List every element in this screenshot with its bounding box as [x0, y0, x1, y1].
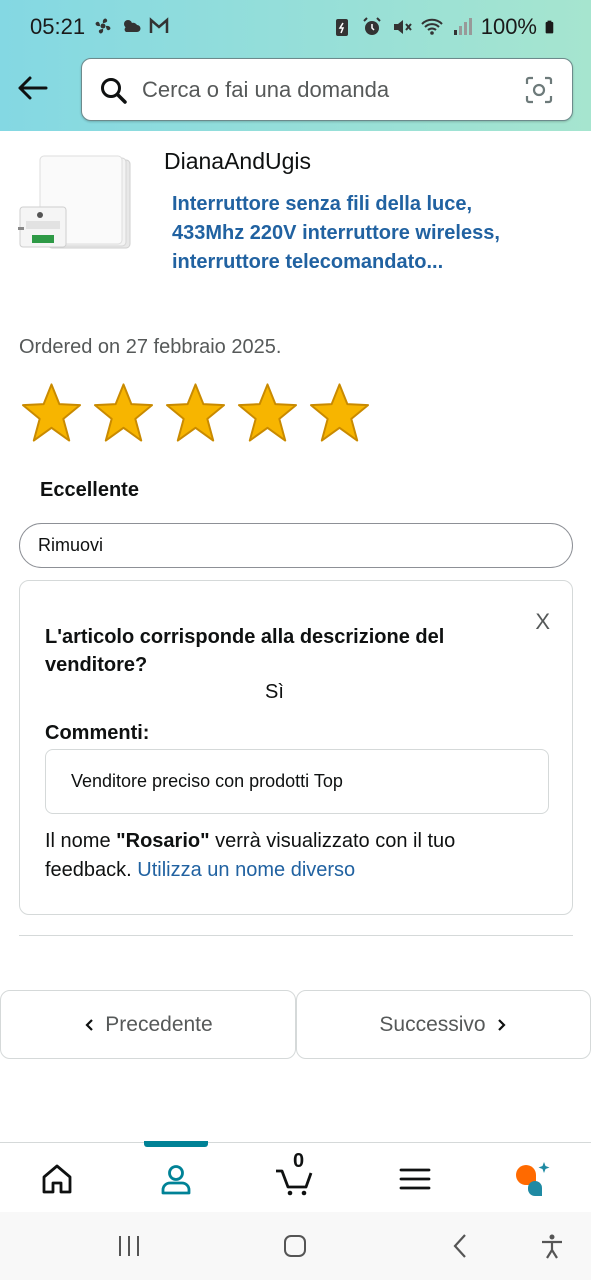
recent-apps-icon[interactable] — [115, 1232, 143, 1260]
status-bar: 05:21 100% — [0, 0, 591, 56]
name-note-prefix: Il nome — [45, 830, 117, 852]
star-icon[interactable] — [164, 380, 227, 446]
rufus-assistant-icon[interactable] — [514, 1161, 552, 1197]
next-label: Successivo — [379, 1012, 486, 1036]
fan-icon — [95, 18, 111, 34]
remove-button[interactable]: Rimuovi — [19, 523, 573, 568]
home-icon[interactable] — [39, 1161, 75, 1197]
answer-value[interactable]: Sì — [265, 681, 284, 704]
search-icon — [101, 78, 127, 104]
android-nav-bar — [0, 1212, 591, 1280]
reviewer-name: "Rosario" — [116, 830, 210, 852]
alarm-icon — [363, 17, 381, 35]
battery-saver-icon — [335, 19, 348, 36]
previous-button[interactable]: Precedente — [0, 990, 296, 1059]
divider — [19, 935, 573, 936]
rating-label: Eccellente — [40, 479, 139, 501]
wifi-icon — [421, 18, 443, 35]
search-input[interactable]: Cerca o fai una domanda — [142, 77, 389, 103]
mute-icon — [393, 20, 412, 34]
comments-label: Commenti: — [45, 722, 150, 744]
weather-icon — [124, 20, 141, 32]
product-image[interactable] — [18, 155, 136, 255]
star-icon[interactable] — [308, 380, 371, 446]
account-icon[interactable] — [158, 1161, 194, 1197]
question-text: L'articolo corrisponde alla descrizione … — [45, 626, 445, 676]
next-button[interactable]: Successivo — [296, 990, 591, 1059]
menu-icon[interactable] — [397, 1161, 433, 1197]
feedback-card: X L'articolo corrisponde alla descrizion… — [19, 580, 573, 915]
signal-icon — [453, 18, 472, 35]
chevron-right-icon — [497, 1018, 506, 1031]
order-date: Ordered on 27 febbraio 2025. — [19, 336, 282, 358]
active-tab-indicator — [144, 1141, 208, 1147]
previous-label: Precedente — [105, 1012, 213, 1036]
star-rating[interactable] — [20, 380, 371, 446]
home-button-icon[interactable] — [281, 1232, 309, 1260]
product-title-link[interactable]: Interruttore senza fili della luce, 433M… — [172, 190, 512, 277]
battery-percent: 100% — [480, 14, 537, 39]
bottom-nav: 0 — [0, 1141, 591, 1212]
system-icons: 100% — [331, 14, 559, 40]
notification-icons — [92, 15, 170, 37]
star-icon[interactable] — [236, 380, 299, 446]
change-name-link[interactable]: Utilizza un nome diverso — [137, 859, 355, 881]
back-button-icon[interactable] — [447, 1232, 475, 1260]
comments-field[interactable]: Venditore preciso con prodotti Top — [45, 749, 549, 814]
accessibility-icon[interactable] — [538, 1232, 566, 1260]
top-header: 05:21 100% Cerca o fai una domanda — [0, 0, 591, 131]
name-note: Il nome "Rosario" verrà visualizzato con… — [45, 827, 545, 885]
close-icon[interactable]: X — [535, 609, 550, 635]
camera-lens-icon[interactable] — [524, 75, 554, 105]
comments-value: Venditore preciso con prodotti Top — [71, 771, 343, 791]
star-icon[interactable] — [92, 380, 155, 446]
seller-name: DianaAndUgis — [164, 148, 312, 174]
battery-icon — [545, 20, 554, 34]
back-arrow-icon[interactable] — [14, 70, 50, 106]
star-icon[interactable] — [20, 380, 83, 446]
status-time: 05:21 — [30, 14, 86, 39]
search-bar[interactable]: Cerca o fai una domanda — [81, 58, 573, 121]
chevron-left-icon — [85, 1018, 94, 1031]
cart-count: 0 — [293, 1150, 305, 1172]
gmail-icon — [149, 17, 169, 33]
